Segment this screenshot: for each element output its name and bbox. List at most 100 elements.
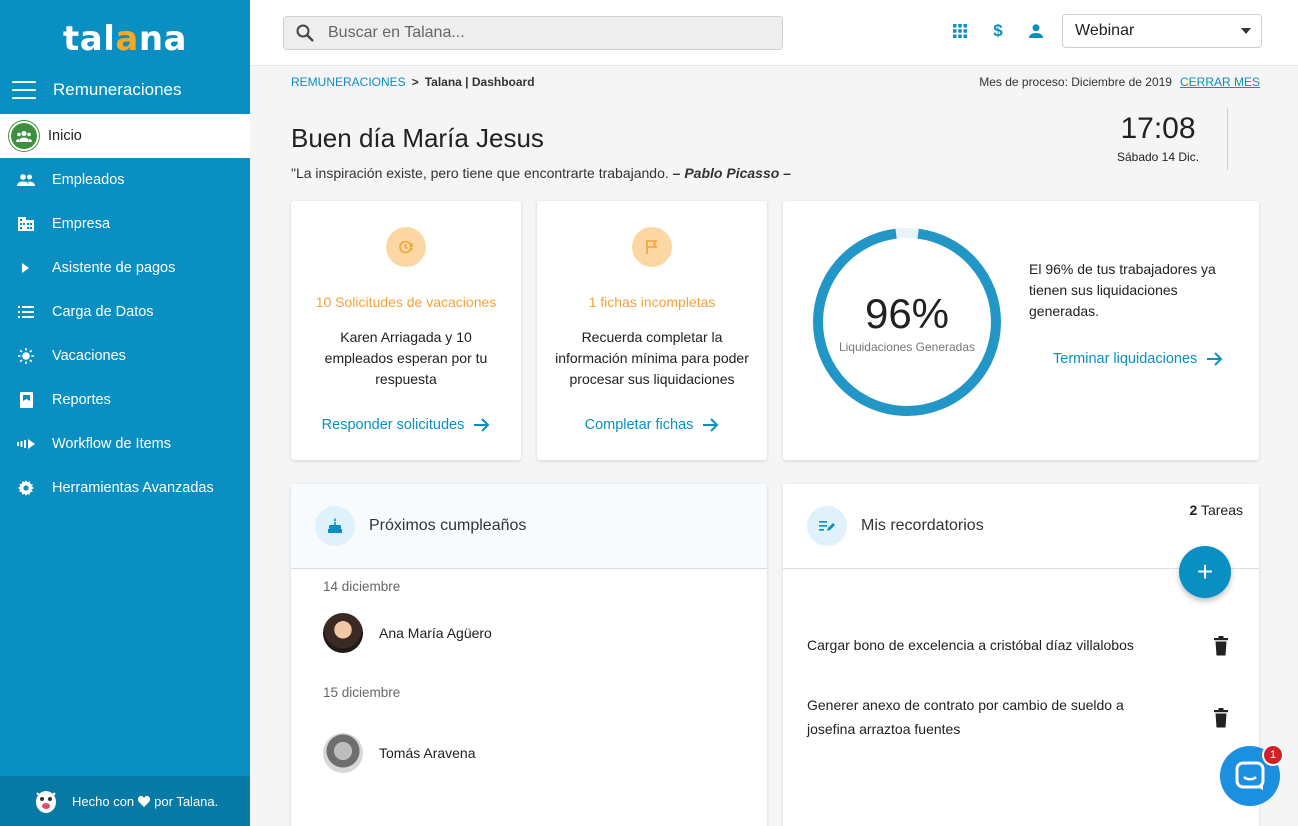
play-arrow-icon xyxy=(16,258,36,278)
sidebar-item-label: Carga de Datos xyxy=(52,304,154,320)
add-reminder-button[interactable]: + xyxy=(1179,546,1231,598)
sidebar-item-label: Reportes xyxy=(52,392,111,408)
tasks-count: 2 Tareas xyxy=(1190,502,1243,518)
search-box[interactable] xyxy=(283,16,783,50)
birthday-person[interactable]: Tomás Aravena xyxy=(323,733,476,773)
tasks-count-number: 2 xyxy=(1189,502,1198,518)
flag-icon xyxy=(632,227,672,267)
complete-files-link[interactable]: Completar fichas xyxy=(537,417,767,433)
sidebar-item-label: Asistente de pagos xyxy=(52,260,176,276)
breadcrumb-current: Talana | Dashboard xyxy=(424,75,535,89)
search-input[interactable] xyxy=(328,24,748,42)
process-month-bar: Mes de proceso: Diciembre de 2019 CERRAR… xyxy=(979,75,1260,89)
card-description: Recuerda completar la información mínima… xyxy=(555,329,749,387)
finish-payroll-link[interactable]: Terminar liquidaciones xyxy=(1053,351,1223,367)
sidebar-item-reportes[interactable]: Reportes xyxy=(0,378,250,422)
dollar-icon[interactable]: $ xyxy=(988,20,1008,42)
sidebar-item-herramientas[interactable]: Herramientas Avanzadas xyxy=(0,466,250,510)
sidebar-item-label: Workflow de Items xyxy=(52,436,171,452)
sidebar: talana Remuneraciones Inicio Empleados E… xyxy=(0,0,250,826)
company-select-value: Webinar xyxy=(1075,22,1135,39)
birthday-person[interactable]: Ana María Agüero xyxy=(323,613,492,653)
tasks-count-label: Tareas xyxy=(1200,502,1243,518)
sidebar-item-empleados[interactable]: Empleados xyxy=(0,158,250,202)
talana-mascot-icon xyxy=(32,787,60,815)
payroll-progress-card: 96% Liquidaciones Generadas El 96% de tu… xyxy=(783,201,1259,460)
birthday-date: 14 diciembre xyxy=(323,579,401,594)
top-actions: $ xyxy=(950,20,1046,42)
sidebar-item-label: Herramientas Avanzadas xyxy=(52,480,214,496)
sidebar-item-label: Vacaciones xyxy=(52,348,126,364)
process-month-label: Mes de proceso: Diciembre de 2019 xyxy=(979,75,1172,89)
quote-text: "La inspiración existe, pero tiene que e… xyxy=(291,165,669,181)
cake-icon xyxy=(315,506,355,546)
edit-list-icon xyxy=(807,506,847,546)
sidebar-item-asistente-pagos[interactable]: Asistente de pagos xyxy=(0,246,250,290)
action-label: Completar fichas xyxy=(584,417,694,433)
birthdays-panel: Próximos cumpleaños 14 diciembre Ana Mar… xyxy=(291,484,767,826)
arrow-right-icon xyxy=(703,417,719,433)
hamburger-menu-icon[interactable] xyxy=(12,81,36,99)
panel-title: Próximos cumpleaños xyxy=(369,517,527,534)
quote-author: – Pablo Picasso – xyxy=(672,165,791,181)
greeting-quote: "La inspiración existe, pero tiene que e… xyxy=(291,165,791,181)
card-description: Karen Arriagada y 10 empleados esperan p… xyxy=(324,329,488,387)
action-label: Responder solicitudes xyxy=(321,417,465,433)
sidebar-item-empresa[interactable]: Empresa xyxy=(0,202,250,246)
sidebar-item-workflow[interactable]: Workflow de Items xyxy=(0,422,250,466)
clock-date: Sábado 14 Dic. xyxy=(1116,150,1200,164)
percent-caption: Liquidaciones Generadas xyxy=(838,340,976,354)
trash-icon[interactable] xyxy=(1213,636,1229,656)
clock-alert-icon xyxy=(386,227,426,267)
progress-ring-label: 96% Liquidaciones Generadas xyxy=(810,225,1004,419)
vacation-requests-card: 10 Solicitudes de vacaciones Karen Arria… xyxy=(291,201,521,460)
breadcrumb-section-link[interactable]: REMUNERACIONES xyxy=(291,75,406,89)
person-name: Tomás Aravena xyxy=(379,745,476,761)
sidebar-item-inicio[interactable]: Inicio xyxy=(0,114,250,158)
chevron-down-icon xyxy=(1241,28,1251,34)
reminder-item: Cargar bono de excelencia a cristóbal dí… xyxy=(807,637,1134,653)
clock-time: 17:08 xyxy=(1120,112,1196,145)
sidebar-item-carga-datos[interactable]: Carga de Datos xyxy=(0,290,250,334)
module-name: Remuneraciones xyxy=(53,80,182,99)
action-label: Terminar liquidaciones xyxy=(1053,351,1198,367)
search-icon xyxy=(296,24,314,42)
module-selector[interactable]: Remuneraciones xyxy=(0,70,250,110)
talana-logo[interactable]: talana xyxy=(0,0,250,70)
person-name: Ana María Agüero xyxy=(379,625,492,641)
chat-unread-badge: 1 xyxy=(1262,744,1284,766)
sidebar-item-label: Empleados xyxy=(52,172,125,188)
sun-icon xyxy=(16,346,36,366)
company-select[interactable]: Webinar xyxy=(1062,14,1262,48)
sidebar-item-label: Empresa xyxy=(52,216,111,232)
apps-grid-icon[interactable] xyxy=(950,20,970,42)
topbar: $ Webinar xyxy=(250,0,1298,66)
chat-icon xyxy=(1235,761,1265,791)
panel-header: Próximos cumpleaños xyxy=(291,484,767,569)
building-icon xyxy=(16,214,36,234)
card-title: 1 fichas incompletas xyxy=(588,294,716,310)
close-month-link[interactable]: CERRAR MES xyxy=(1180,75,1260,89)
greeting-title: Buen día María Jesus xyxy=(291,123,544,153)
sidebar-nav: Inicio Empleados Empresa Asistente de pa… xyxy=(0,114,250,510)
respond-requests-link[interactable]: Responder solicitudes xyxy=(291,417,521,433)
heart-icon xyxy=(138,795,151,807)
breadcrumb: REMUNERACIONES > Talana | Dashboard xyxy=(291,75,535,89)
birthday-date: 15 diciembre xyxy=(323,685,401,700)
footer-suffix: por Talana. xyxy=(154,793,219,809)
people-group-icon xyxy=(9,121,39,151)
clock: 17:08 Sábado 14 Dic. xyxy=(1108,112,1208,164)
sidebar-footer: Hecho con por Talana. xyxy=(0,776,250,826)
incomplete-files-card: 1 fichas incompletas Recuerda completar … xyxy=(537,201,767,460)
trash-icon[interactable] xyxy=(1213,708,1229,728)
reminder-item: Generer anexo de contrato por cambio de … xyxy=(807,697,1124,737)
people-icon xyxy=(16,170,36,190)
avatar xyxy=(323,733,363,773)
sidebar-item-vacaciones[interactable]: Vacaciones xyxy=(0,334,250,378)
gear-icon xyxy=(16,478,36,498)
reminders-panel: Mis recordatorios 2 Tareas + Cargar bono… xyxy=(783,484,1259,826)
panel-title: Mis recordatorios xyxy=(861,517,984,534)
user-icon[interactable] xyxy=(1026,20,1046,42)
payroll-message: El 96% de tus trabajadores ya tienen sus… xyxy=(1029,261,1216,319)
workflow-icon xyxy=(16,434,36,454)
